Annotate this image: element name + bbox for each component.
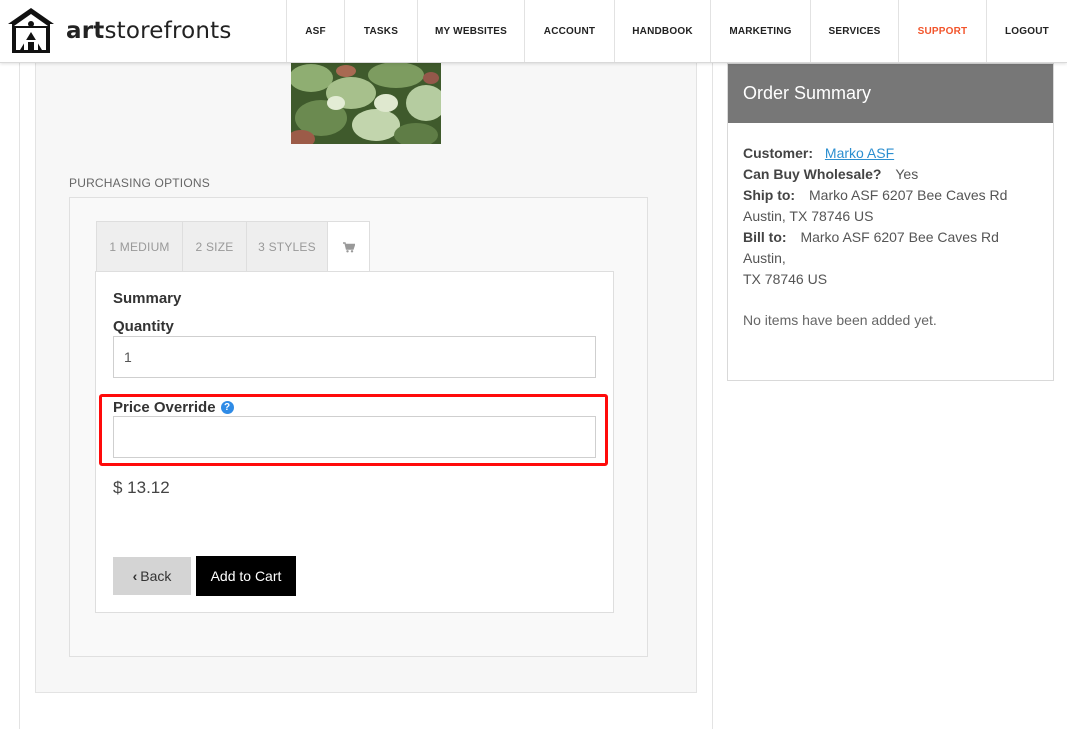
tab-medium[interactable]: 1 MEDIUM <box>96 221 182 272</box>
tab-styles[interactable]: 3 STYLES <box>246 221 327 272</box>
nav-asf[interactable]: ASF <box>286 0 344 62</box>
order-summary-card: Order Summary Customer: Marko ASF Can Bu… <box>727 63 1054 381</box>
purchasing-tabs: 1 MEDIUM 2 SIZE 3 STYLES <box>96 221 370 273</box>
tab-size[interactable]: 2 SIZE <box>182 221 246 272</box>
nav-support[interactable]: SUPPORT <box>898 0 986 62</box>
price-override-label-row: Price Override ? <box>113 399 234 416</box>
add-to-cart-button[interactable]: Add to Cart <box>196 556 296 596</box>
nav-my-websites[interactable]: MY WEBSITES <box>417 0 524 62</box>
nav-account[interactable]: ACCOUNT <box>524 0 614 62</box>
price-override-input[interactable] <box>113 416 596 458</box>
purchasing-options-label: PURCHASING OPTIONS <box>69 176 210 190</box>
ship-to-address-line2: Austin, TX 78746 US <box>743 208 874 224</box>
bill-to-address-line2: TX 78746 US <box>743 271 828 287</box>
price-total: $ 13.12 <box>113 478 170 497</box>
nav-services[interactable]: SERVICES <box>810 0 898 62</box>
wholesale-label: Can Buy Wholesale? <box>743 166 882 182</box>
quantity-label: Quantity <box>113 318 174 335</box>
price-override-label: Price Override <box>113 399 216 416</box>
nav-logout[interactable]: LOGOUT <box>986 0 1067 62</box>
product-image <box>291 63 441 144</box>
top-navigation-bar: artstorefronts ASF TASKS MY WEBSITES ACC… <box>0 0 1067 63</box>
customer-label: Customer: <box>743 145 814 161</box>
help-icon[interactable]: ? <box>220 401 234 414</box>
back-button-label: Back <box>140 568 172 584</box>
quantity-input[interactable]: 1 <box>113 336 596 378</box>
bill-to-label: Bill to: <box>743 229 787 245</box>
back-button[interactable]: ‹ Back <box>113 557 191 595</box>
wholesale-value: Yes <box>895 166 919 182</box>
tab-cart[interactable] <box>327 221 370 273</box>
bill-to-row: Bill to: Marko ASF 6207 Bee Caves Rd Aus… <box>743 227 1038 269</box>
nav-marketing[interactable]: MARKETING <box>710 0 810 62</box>
brand-logo[interactable]: artstorefronts <box>6 6 232 56</box>
brand-name: artstorefronts <box>66 18 232 44</box>
summary-title: Summary <box>113 290 182 307</box>
ship-to-address-line1: Marko ASF 6207 Bee Caves Rd <box>809 187 1008 203</box>
cart-icon <box>342 241 355 252</box>
ship-to-row: Ship to: Marko ASF 6207 Bee Caves Rd <box>743 185 1038 206</box>
order-summary-title: Order Summary <box>728 64 1053 123</box>
empty-cart-message: No items have been added yet. <box>743 312 937 328</box>
wholesale-row: Can Buy Wholesale? Yes <box>743 164 1038 185</box>
storefront-logo-icon <box>8 8 54 53</box>
nav-handbook[interactable]: HANDBOOK <box>614 0 710 62</box>
customer-link[interactable]: Marko ASF <box>825 145 894 161</box>
chevron-left-icon: ‹ <box>132 568 138 584</box>
ship-to-label: Ship to: <box>743 187 796 203</box>
main-nav: ASF TASKS MY WEBSITES ACCOUNT HANDBOOK M… <box>286 0 1067 62</box>
nav-tasks[interactable]: TASKS <box>344 0 417 62</box>
customer-row: Customer: Marko ASF <box>743 143 1038 164</box>
order-summary-body: Customer: Marko ASF Can Buy Wholesale? Y… <box>728 123 1053 331</box>
